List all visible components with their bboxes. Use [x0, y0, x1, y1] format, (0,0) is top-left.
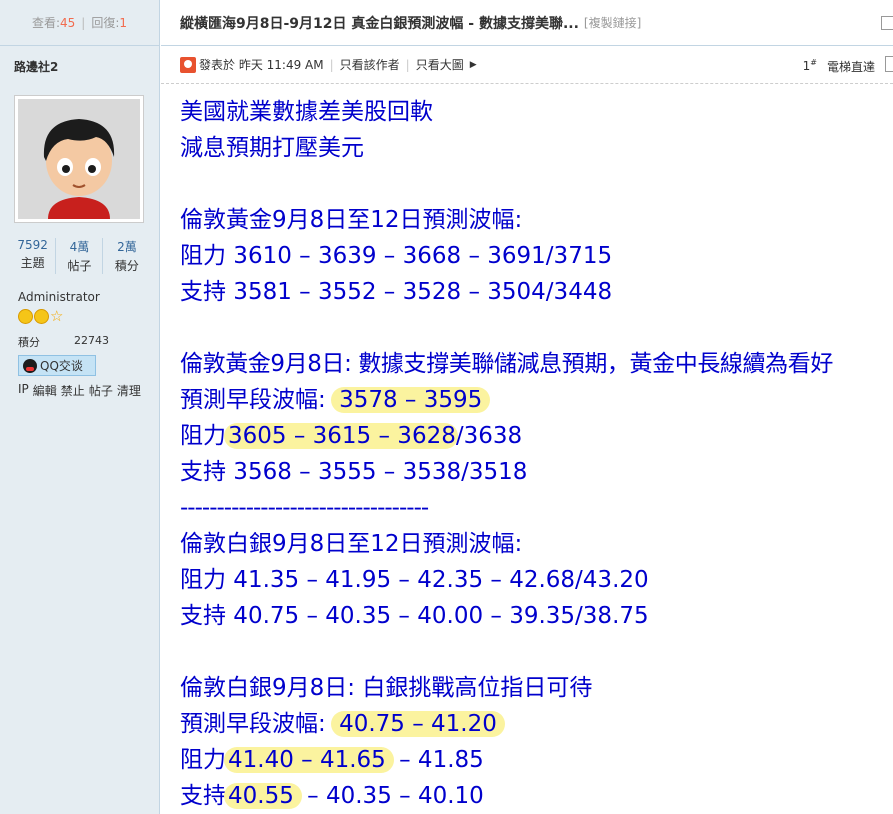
post-line: 支持 40.75 – 40.35 – 40.00 – 39.35/38.75 — [180, 603, 649, 629]
jump-to-floor-label: 電梯直達 — [826, 60, 875, 74]
replies-label: 回復: — [91, 16, 120, 30]
meta-divider: | — [329, 57, 334, 72]
post-line: 倫敦黃金9月8日: 數據支撐美聯儲減息預期，黃金中長線續為看好 — [180, 351, 833, 377]
post-line: 減息預期打壓美元 — [180, 135, 364, 161]
user-medals: ☆ — [18, 309, 65, 324]
points-label: 積分 — [18, 336, 40, 349]
post-line: 阻力41.40 – 41.65 – 41.85 — [180, 747, 484, 773]
admin-link-ip[interactable]: IP — [18, 382, 29, 399]
post-line: 阻力 41.35 – 41.95 – 42.35 – 42.68/43.20 — [180, 567, 649, 593]
stat-topics[interactable]: 7592 主題 — [10, 238, 57, 274]
author-sidebar: 查看: 45 | 回復: 1 路邊社2 7592 主題 4萬 帖子 2萬 積分 … — [0, 0, 160, 814]
print-icon[interactable] — [881, 16, 893, 30]
large-image-link[interactable]: 只看大圖 — [416, 56, 464, 73]
meta-divider: | — [405, 57, 410, 72]
admin-link-clean[interactable]: 清理 — [117, 382, 141, 399]
post-line: 倫敦黃金9月8日至12日預測波幅: — [180, 207, 523, 233]
avatar-image — [18, 99, 140, 219]
thread-stats: 查看: 45 | 回復: 1 — [0, 0, 159, 46]
post-content: 美國就業數據差美股回軟 減息預期打壓美元 倫敦黃金9月8日至12日預測波幅: 阻… — [161, 84, 893, 814]
replies-count: 1 — [119, 15, 128, 30]
only-author-link[interactable]: 只看該作者 — [340, 56, 400, 73]
highlighted-range: 3605 – 3615 – 3628 — [224, 423, 458, 449]
post-main: 縱橫匯海9月8日-9月12日 真金白銀預測波幅 - 數據支撐美聯... [複製鏈… — [161, 0, 893, 814]
post-meta: 發表於 昨天 11:49 AM | 只看該作者 | 只看大圖 ▶ 1# 電梯直達 — [161, 46, 893, 84]
triangle-right-icon[interactable]: ▶ — [470, 60, 477, 70]
smiley-medal-icon — [18, 309, 33, 324]
post-line: 阻力3605 – 3615 – 3628/3638 — [180, 423, 523, 449]
online-author-icon — [180, 56, 196, 73]
post-line: 預測早段波幅: 3578 – 3595 — [180, 382, 893, 418]
qq-icon — [23, 358, 37, 373]
post-line: 倫敦白銀9月8日至12日預測波幅: — [180, 531, 523, 557]
avatar[interactable] — [14, 95, 144, 223]
copy-link-button[interactable]: [複製鏈接] — [584, 14, 641, 31]
thread-title-bar: 縱橫匯海9月8日-9月12日 真金白銀預測波幅 - 數據支撐美聯... [複製鏈… — [161, 0, 893, 46]
highlighted-range: 41.40 – 41.65 — [224, 747, 394, 773]
admin-link-posts[interactable]: 帖子 — [89, 382, 113, 399]
author-name[interactable]: 路邊社2 — [0, 46, 159, 84]
points-value: 22743 — [74, 334, 109, 347]
floor-number: 1# — [802, 58, 817, 73]
post-line: 支持40.55 – 40.35 – 40.10 — [180, 783, 484, 809]
post-time: 發表於 昨天 11:49 AM — [199, 58, 324, 72]
post-line: ---------------------------------- — [180, 495, 429, 521]
qq-chat-button[interactable]: QQ交谈 — [18, 355, 96, 376]
highlighted-range: 40.55 — [224, 783, 302, 809]
highlighted-range: 3578 – 3595 — [331, 387, 491, 413]
smiley-medal-icon — [34, 309, 49, 324]
jump-to-floor-input[interactable] — [885, 56, 893, 72]
user-points: 積分 22743 — [18, 334, 109, 350]
views-count: 45 — [60, 15, 76, 30]
post-line: 支持 3581 – 3552 – 3528 – 3504/3448 — [180, 279, 613, 305]
admin-links: IP 編輯 禁止 帖子 清理 — [18, 382, 141, 399]
user-role[interactable]: Administrator — [18, 290, 100, 304]
post-line: 支持 3568 – 3555 – 3538/3518 — [180, 459, 528, 485]
star-icon: ☆ — [50, 307, 64, 325]
post-line: 美國就業數據差美股回軟 — [180, 99, 433, 125]
stat-points[interactable]: 2萬 積分 — [104, 238, 150, 274]
highlighted-range: 40.75 – 41.20 — [331, 711, 505, 737]
user-stats: 7592 主題 4萬 帖子 2萬 積分 — [10, 238, 150, 274]
admin-link-ban[interactable]: 禁止 — [61, 382, 85, 399]
post-line: 預測早段波幅: 40.75 – 41.20 — [180, 706, 893, 742]
admin-link-edit[interactable]: 編輯 — [33, 382, 57, 399]
stat-posts[interactable]: 4萬 帖子 — [57, 238, 104, 274]
views-label: 查看: — [31, 16, 61, 30]
thread-title: 縱橫匯海9月8日-9月12日 真金白銀預測波幅 - 數據支撐美聯... — [180, 15, 579, 32]
post-line: 阻力 3610 – 3639 – 3668 – 3691/3715 — [180, 243, 613, 269]
stats-divider: | — [81, 15, 86, 30]
post-line: 倫敦白銀9月8日: 白銀挑戰高位指日可待 — [180, 675, 593, 701]
